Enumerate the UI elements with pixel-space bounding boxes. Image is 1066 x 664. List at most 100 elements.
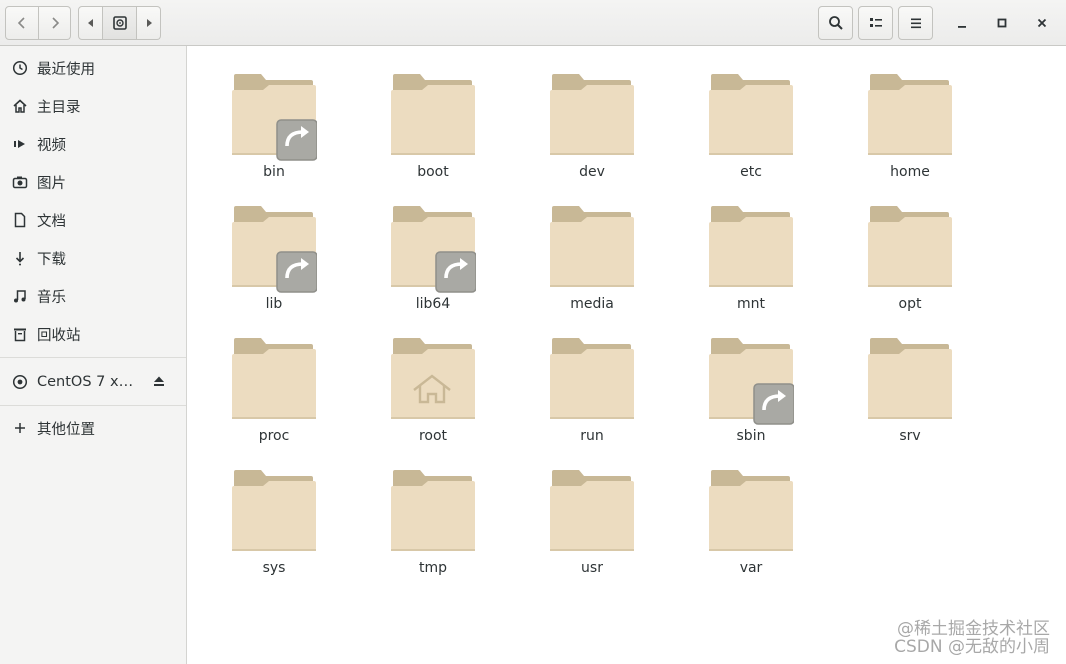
menu-button[interactable] bbox=[898, 6, 933, 40]
folder-icon bbox=[709, 470, 793, 551]
folder-item[interactable]: root bbox=[373, 318, 493, 444]
trash-icon bbox=[11, 325, 29, 343]
symlink-badge-icon bbox=[276, 119, 317, 161]
maximize-button[interactable] bbox=[987, 8, 1017, 38]
watermark-line-2: CSDN @无敌的小周 bbox=[894, 637, 1050, 657]
sidebar-item-other-locations[interactable]: 其他位置 bbox=[0, 409, 186, 447]
folder-item[interactable]: tmp bbox=[373, 450, 493, 576]
folder-item[interactable]: bin bbox=[214, 54, 334, 180]
folder-icon bbox=[232, 206, 317, 293]
search-icon bbox=[828, 16, 843, 30]
folder-icon bbox=[709, 206, 793, 287]
folder-item[interactable]: lib bbox=[214, 186, 334, 312]
folder-item[interactable]: etc bbox=[691, 54, 811, 180]
folder-item[interactable]: media bbox=[532, 186, 652, 312]
folder-name: bin bbox=[263, 164, 285, 180]
folder-name: root bbox=[418, 428, 448, 444]
header-bar bbox=[0, 0, 1066, 46]
video-icon bbox=[11, 135, 29, 153]
folder-icon bbox=[550, 74, 634, 155]
close-icon bbox=[1037, 18, 1047, 28]
folder-icon bbox=[868, 206, 952, 287]
eject-icon[interactable] bbox=[152, 374, 166, 392]
sidebar-item-label: 视频 bbox=[37, 137, 66, 154]
folder-icon bbox=[391, 470, 475, 551]
folder-name: opt bbox=[898, 296, 922, 312]
folder-icon bbox=[391, 74, 475, 155]
folder-item[interactable]: opt bbox=[850, 186, 970, 312]
folder-item[interactable]: boot bbox=[373, 54, 493, 180]
sidebar-item-label: 其他位置 bbox=[37, 421, 95, 438]
folder-item[interactable]: srv bbox=[850, 318, 970, 444]
watermark: @稀土掘金技术社区 CSDN @无敌的小周 bbox=[894, 620, 1050, 656]
drive-icon bbox=[112, 16, 127, 30]
folder-name: lib64 bbox=[415, 296, 451, 312]
path-scroll-left-button[interactable] bbox=[78, 6, 103, 40]
folder-icon bbox=[232, 470, 316, 551]
back-button[interactable] bbox=[5, 6, 39, 40]
sidebar-separator bbox=[0, 405, 186, 406]
folder-name: dev bbox=[579, 164, 605, 180]
view-toggle-button[interactable] bbox=[858, 6, 893, 40]
sidebar-item-trash[interactable]: 回收站 bbox=[0, 315, 186, 353]
folder-name: sys bbox=[262, 560, 286, 576]
symlink-badge-icon bbox=[276, 251, 317, 293]
folder-item[interactable]: lib64 bbox=[373, 186, 493, 312]
forward-button[interactable] bbox=[39, 6, 71, 40]
folder-item[interactable]: usr bbox=[532, 450, 652, 576]
sidebar-item-label: 回收站 bbox=[37, 327, 81, 344]
folder-name: mnt bbox=[737, 296, 765, 312]
folder-item[interactable]: var bbox=[691, 450, 811, 576]
home-icon bbox=[11, 97, 29, 115]
sidebar-item-recent[interactable]: 最近使用 bbox=[0, 49, 186, 87]
music-icon bbox=[11, 287, 29, 305]
sidebar-item-label: 图片 bbox=[37, 175, 66, 192]
sidebar-item-downloads[interactable]: 下载 bbox=[0, 239, 186, 277]
folder-name: media bbox=[570, 296, 614, 312]
sidebar-item-device[interactable]: CentOS 7 x… bbox=[0, 363, 186, 401]
folder-icon bbox=[550, 470, 634, 551]
folder-icon bbox=[550, 338, 634, 419]
folder-item[interactable]: dev bbox=[532, 54, 652, 180]
folder-name: usr bbox=[581, 560, 603, 576]
folder-icon bbox=[232, 338, 316, 419]
plus-icon bbox=[11, 419, 29, 437]
chevron-right-icon bbox=[51, 17, 59, 29]
sidebar-item-pictures[interactable]: 图片 bbox=[0, 163, 186, 201]
close-button[interactable] bbox=[1027, 8, 1057, 38]
watermark-line-1: @稀土掘金技术社区 bbox=[897, 619, 1050, 639]
folder-item[interactable]: mnt bbox=[691, 186, 811, 312]
sidebar-item-music[interactable]: 音乐 bbox=[0, 277, 186, 315]
folder-name: tmp bbox=[418, 560, 447, 576]
sidebar-item-home[interactable]: 主目录 bbox=[0, 87, 186, 125]
folder-item[interactable]: sys bbox=[214, 450, 334, 576]
search-button[interactable] bbox=[818, 6, 853, 40]
minimize-button[interactable] bbox=[947, 8, 977, 38]
file-view: bin boot dev etc home lib lib64 media mnt opt proc… bbox=[188, 47, 1066, 664]
sidebar-item-documents[interactable]: 文档 bbox=[0, 201, 186, 239]
folder-name: etc bbox=[740, 164, 762, 180]
folder-item[interactable]: run bbox=[532, 318, 652, 444]
folder-icon bbox=[391, 206, 476, 293]
folder-item[interactable]: home bbox=[850, 54, 970, 180]
path-root-button[interactable] bbox=[103, 6, 137, 40]
sidebar-item-label: CentOS 7 x… bbox=[37, 374, 134, 390]
disc-icon bbox=[11, 373, 29, 391]
clock-icon bbox=[11, 59, 29, 77]
download-icon bbox=[11, 249, 29, 267]
folder-item[interactable]: proc bbox=[214, 318, 334, 444]
folder-name: home bbox=[890, 164, 930, 180]
sidebar-item-label: 主目录 bbox=[37, 99, 81, 116]
list-view-icon bbox=[869, 18, 882, 27]
camera-icon bbox=[11, 173, 29, 191]
document-icon bbox=[11, 211, 29, 229]
folder-name: run bbox=[580, 428, 604, 444]
folder-icon bbox=[391, 338, 475, 419]
folder-item[interactable]: sbin bbox=[691, 318, 811, 444]
folder-icon bbox=[868, 338, 952, 419]
sidebar-item-videos[interactable]: 视频 bbox=[0, 125, 186, 163]
symlink-badge-icon bbox=[753, 383, 794, 425]
sidebar-item-label: 文档 bbox=[37, 213, 66, 230]
folder-icon bbox=[709, 338, 794, 425]
path-scroll-right-button[interactable] bbox=[137, 6, 161, 40]
